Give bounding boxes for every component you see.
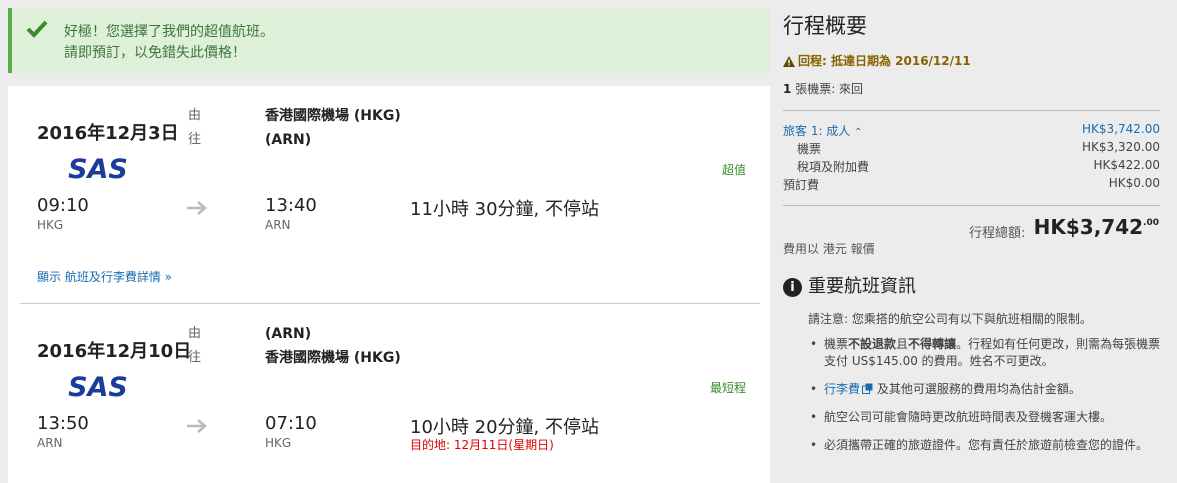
list-item: 航空公司可能會隨時更改航班時間表及登機客運大樓。 <box>809 409 1169 426</box>
summary-divider <box>783 110 1160 111</box>
important-info-heading: i 重要航班資訊 <box>783 272 916 298</box>
chevron-down-icon: » <box>164 270 172 284</box>
traveler-total: HK$3,742.00 <box>1082 122 1160 136</box>
ticket-count-text: 張機票: 來回 <box>795 82 864 96</box>
traveler-row[interactable]: 旅客 1: 成人 ⌃ HK$3,742.00 <box>783 122 1160 139</box>
from-label: 由 <box>188 326 202 341</box>
chevron-up-icon: ⌃ <box>854 127 863 138</box>
arrive-code: HKG <box>265 436 292 450</box>
arrive-time: 07:10 <box>265 413 317 434</box>
checkmark-icon <box>26 20 48 38</box>
ticket-fare-row: 機票 HK$3,320.00 <box>783 140 1160 157</box>
depart-code: ARN <box>37 436 63 450</box>
restriction-notice: 請注意: 您乘搭的航空公司有以下與航班相關的限制。 <box>808 312 1092 326</box>
ticket-count: 1 張機票: 來回 <box>783 80 863 97</box>
sas-logo: SAS <box>68 372 128 400</box>
destination-airport: 香港國際機場 (HKG) <box>265 350 401 366</box>
list-item: 機票不設退款且不得轉讓。行程如有任何更改，則需為每張機票支付 US$145.00… <box>809 336 1169 370</box>
details-link-label: 顯示 航班及行李費詳情 <box>37 270 161 284</box>
arrival-date-note: 目的地: 12月11日(星期日) <box>410 438 554 452</box>
ticket-count-number: 1 <box>783 82 792 96</box>
warning-icon <box>783 56 795 67</box>
booking-fee-value: HK$0.00 <box>1108 176 1160 190</box>
ticket-fare-label: 機票 <box>797 142 822 156</box>
from-label: 由 <box>188 108 202 123</box>
total-label: 行程總額: <box>969 226 1026 241</box>
arrive-time: 13:40 <box>265 195 317 216</box>
arrive-code: ARN <box>265 218 291 232</box>
warning-text: 回程: 抵達日期為 2016/12/11 <box>798 54 971 68</box>
depart-code: HKG <box>37 218 64 232</box>
tax-label: 稅項及附加費 <box>797 160 870 174</box>
summary-divider <box>783 205 1160 206</box>
origin-airport: 香港國際機場 (HKG) <box>265 108 401 124</box>
restriction-list: 機票不設退款且不得轉讓。行程如有任何更改，則需為每張機票支付 US$145.00… <box>809 336 1169 465</box>
flight-duration: 11小時 30分鐘, 不停站 <box>410 199 599 220</box>
depart-time: 09:10 <box>37 195 89 216</box>
arrow-right-icon <box>187 201 207 215</box>
trip-summary: 行程概要 回程: 抵達日期為 2016/12/11 1 張機票: 來回 旅客 1… <box>783 0 1177 483</box>
leg-date: 2016年12月3日 <box>37 123 179 144</box>
origin-airport: (ARN) <box>265 326 312 342</box>
svg-text:SAS: SAS <box>68 372 128 400</box>
external-link-icon <box>862 383 873 394</box>
leg-date: 2016年12月10日 <box>37 341 192 362</box>
list-item: 行李費 及其他可選服務的費用均為估計金額。 <box>809 381 1169 398</box>
tax-row: 稅項及附加費 HK$422.00 <box>783 158 1160 175</box>
leg-divider <box>20 303 760 304</box>
to-label: 往 <box>188 132 202 147</box>
traveler-label: 旅客 1: 成人 <box>783 124 851 138</box>
depart-time: 13:50 <box>37 413 89 434</box>
booking-fee-label: 預訂費 <box>783 178 820 192</box>
ticket-fare-value: HK$3,320.00 <box>1082 140 1160 154</box>
arrow-right-icon <box>187 419 207 433</box>
total-value: HK$3,742.00 <box>1033 215 1159 239</box>
show-details-link[interactable]: 顯示 航班及行李費詳情 » <box>37 268 172 285</box>
destination-airport: (ARN) <box>265 132 312 148</box>
summary-title: 行程概要 <box>783 14 867 38</box>
to-label: 往 <box>188 350 202 365</box>
success-banner: 好極！您選擇了我們的超值航班。 請即預訂，以免錯失此價格！ <box>8 8 770 73</box>
shortest-tag: 最短程 <box>709 381 746 395</box>
banner-line2: 請即預訂，以免錯失此價格！ <box>64 45 246 61</box>
banner-line1: 好極！您選擇了我們的超值航班。 <box>64 24 274 40</box>
return-warning: 回程: 抵達日期為 2016/12/11 <box>783 52 971 69</box>
booking-fee-row: 預訂費 HK$0.00 <box>783 176 1160 193</box>
info-icon: i <box>783 278 802 297</box>
sas-logo: SAS <box>68 154 128 182</box>
deal-tag: 超值 <box>721 163 746 177</box>
list-item: 必須攜帶正確的旅遊證件。您有責任於旅遊前檢查您的證件。 <box>809 437 1169 454</box>
svg-text:SAS: SAS <box>68 154 128 182</box>
baggage-fee-link[interactable]: 行李費 <box>824 382 873 396</box>
currency-note: 費用以 港元 報價 <box>783 242 875 256</box>
total-cents: .00 <box>1143 218 1159 228</box>
tax-value: HK$422.00 <box>1093 158 1160 172</box>
flights-card: 2016年12月3日 由 往 香港國際機場 (HKG) (ARN) SAS 超值… <box>8 86 770 483</box>
